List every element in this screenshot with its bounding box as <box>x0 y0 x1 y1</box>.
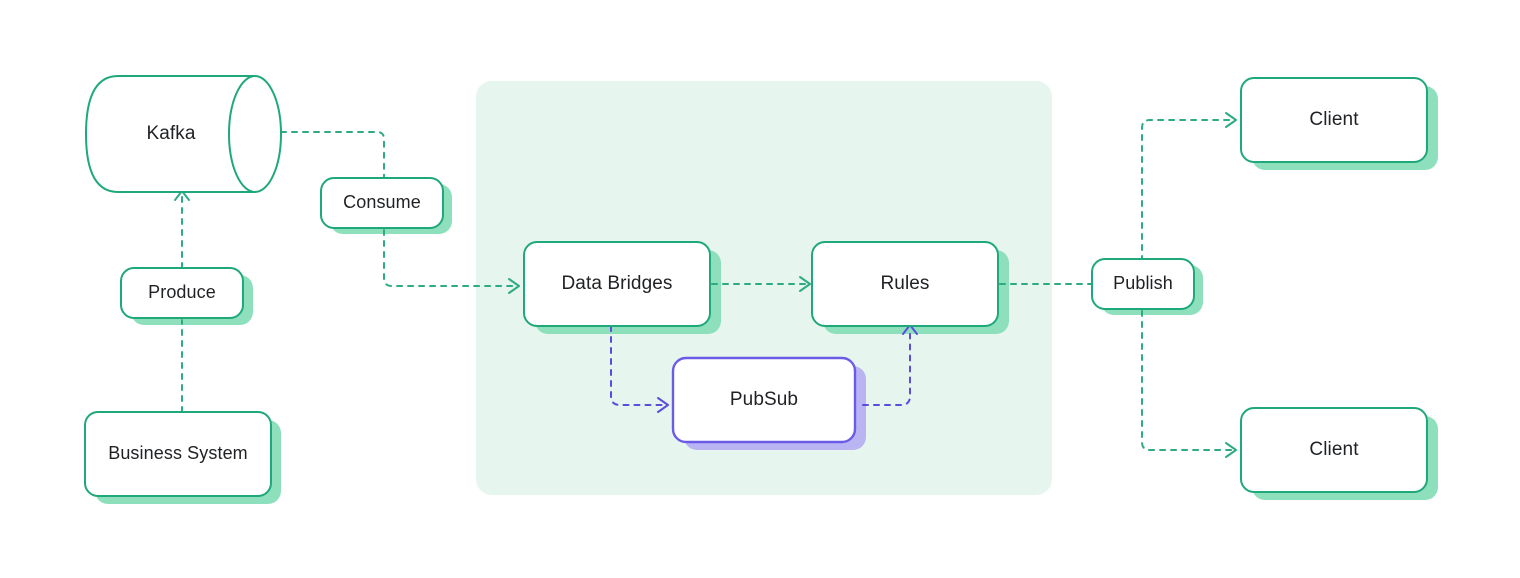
edge-kafka-to-consume <box>280 131 385 181</box>
edge-publish-to-client-top <box>1141 119 1234 262</box>
node-client-bottom[interactable] <box>1240 407 1428 493</box>
edge-publish-to-client-bottom <box>1141 310 1234 451</box>
node-client-top[interactable] <box>1240 77 1428 163</box>
node-business-system[interactable] <box>84 411 272 497</box>
node-publish[interactable] <box>1091 258 1195 310</box>
diagram-canvas <box>84 75 1438 504</box>
node-produce[interactable] <box>120 267 244 319</box>
node-data-bridges[interactable] <box>523 241 711 327</box>
node-consume[interactable] <box>320 177 444 229</box>
flow-diagram: Kafka Produce Business System Consume Da… <box>0 0 1520 578</box>
kafka-cylinder-face <box>228 75 282 193</box>
node-rules[interactable] <box>811 241 999 327</box>
node-pubsub[interactable] <box>671 356 857 444</box>
node-kafka[interactable] <box>85 75 282 193</box>
